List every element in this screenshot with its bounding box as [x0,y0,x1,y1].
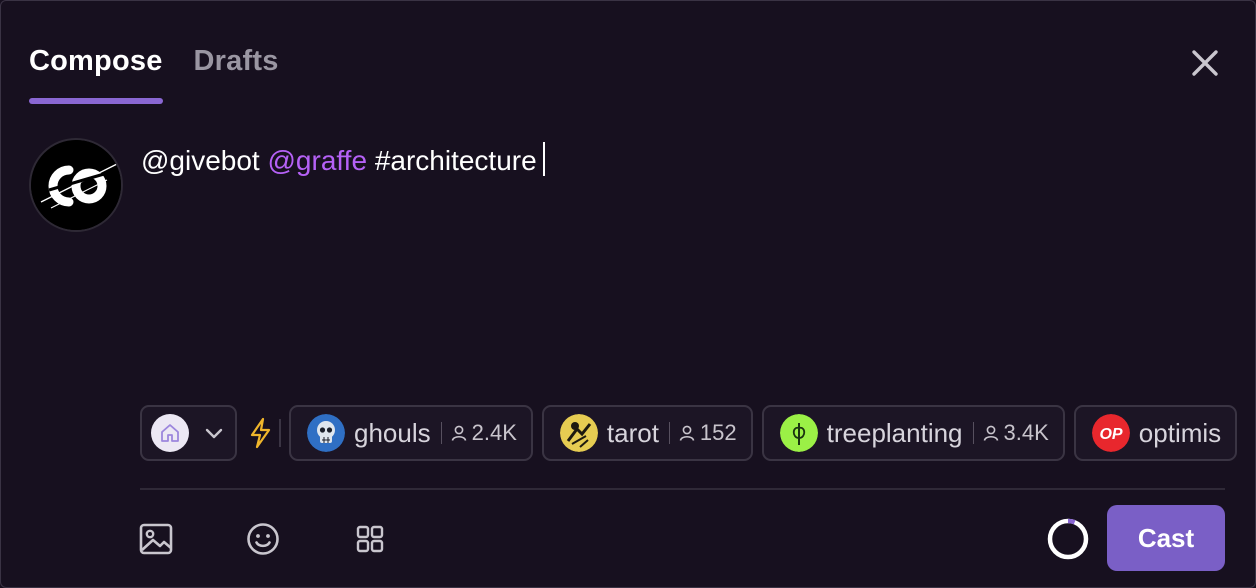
text-caret [542,142,545,176]
apps-grid-icon [356,525,384,553]
member-count: 3.4K [1003,420,1049,445]
optimism-channel-icon: OP [1091,414,1130,452]
character-count-ring [1047,518,1089,560]
divider [279,419,281,447]
compose-modal: Compose Drafts @givebot @graffe #archite… [0,0,1256,588]
cast-text-editor[interactable]: @givebot @graffe #architecture [141,141,545,181]
divider [440,422,442,444]
ghouls-channel-icon [307,414,345,452]
channel-pill-tarot[interactable]: tarot 152 [541,405,753,461]
channel-name: treeplanting [826,417,963,448]
close-button[interactable] [1185,43,1225,83]
close-icon [1192,50,1218,76]
channel-name: tarot [606,417,659,448]
divider [972,422,974,444]
channel-pill-optimism[interactable]: OP optimis [1073,405,1238,461]
co-logo [31,140,121,230]
image-icon [139,523,173,555]
channel-name: ghouls [354,417,431,448]
lightning-icon[interactable] [247,416,273,450]
member-count: 152 [699,420,737,445]
channel-selector-row: ghouls 2.4K tarot 152 treeplanting 3.4K … [140,405,1246,461]
person-icon [983,425,998,441]
mini-apps-button[interactable] [352,521,388,557]
emoji-icon [247,523,279,555]
channel-name: optimis [1138,417,1222,448]
channel-pill-ghouls[interactable]: ghouls 2.4K [289,405,533,461]
emoji-button[interactable] [245,521,281,557]
tab-drafts[interactable]: Drafts [194,45,279,104]
tarot-channel-icon [559,414,598,452]
tab-compose[interactable]: Compose [29,45,163,104]
compose-tabs: Compose Drafts [29,45,279,104]
person-icon [451,425,466,441]
channel-pill-treeplanting[interactable]: treeplanting 3.4K [761,405,1065,461]
avatar[interactable] [29,138,123,232]
mention-graffe[interactable]: @graffe [268,145,368,176]
op-badge-text: OP [1099,426,1122,443]
hashtag-architecture[interactable]: #architecture [375,145,537,176]
chevron-down-icon [205,428,223,439]
cast-button[interactable]: Cast [1107,505,1225,571]
channel-dropdown-button[interactable] [140,405,237,461]
home-icon [151,414,189,452]
member-count: 2.4K [471,420,517,445]
mention-givebot[interactable]: @givebot [141,145,260,176]
divider [668,422,670,444]
treeplanting-channel-icon [779,414,818,452]
person-icon [679,425,695,441]
toolbar-divider [140,488,1225,490]
add-image-button[interactable] [138,521,174,557]
